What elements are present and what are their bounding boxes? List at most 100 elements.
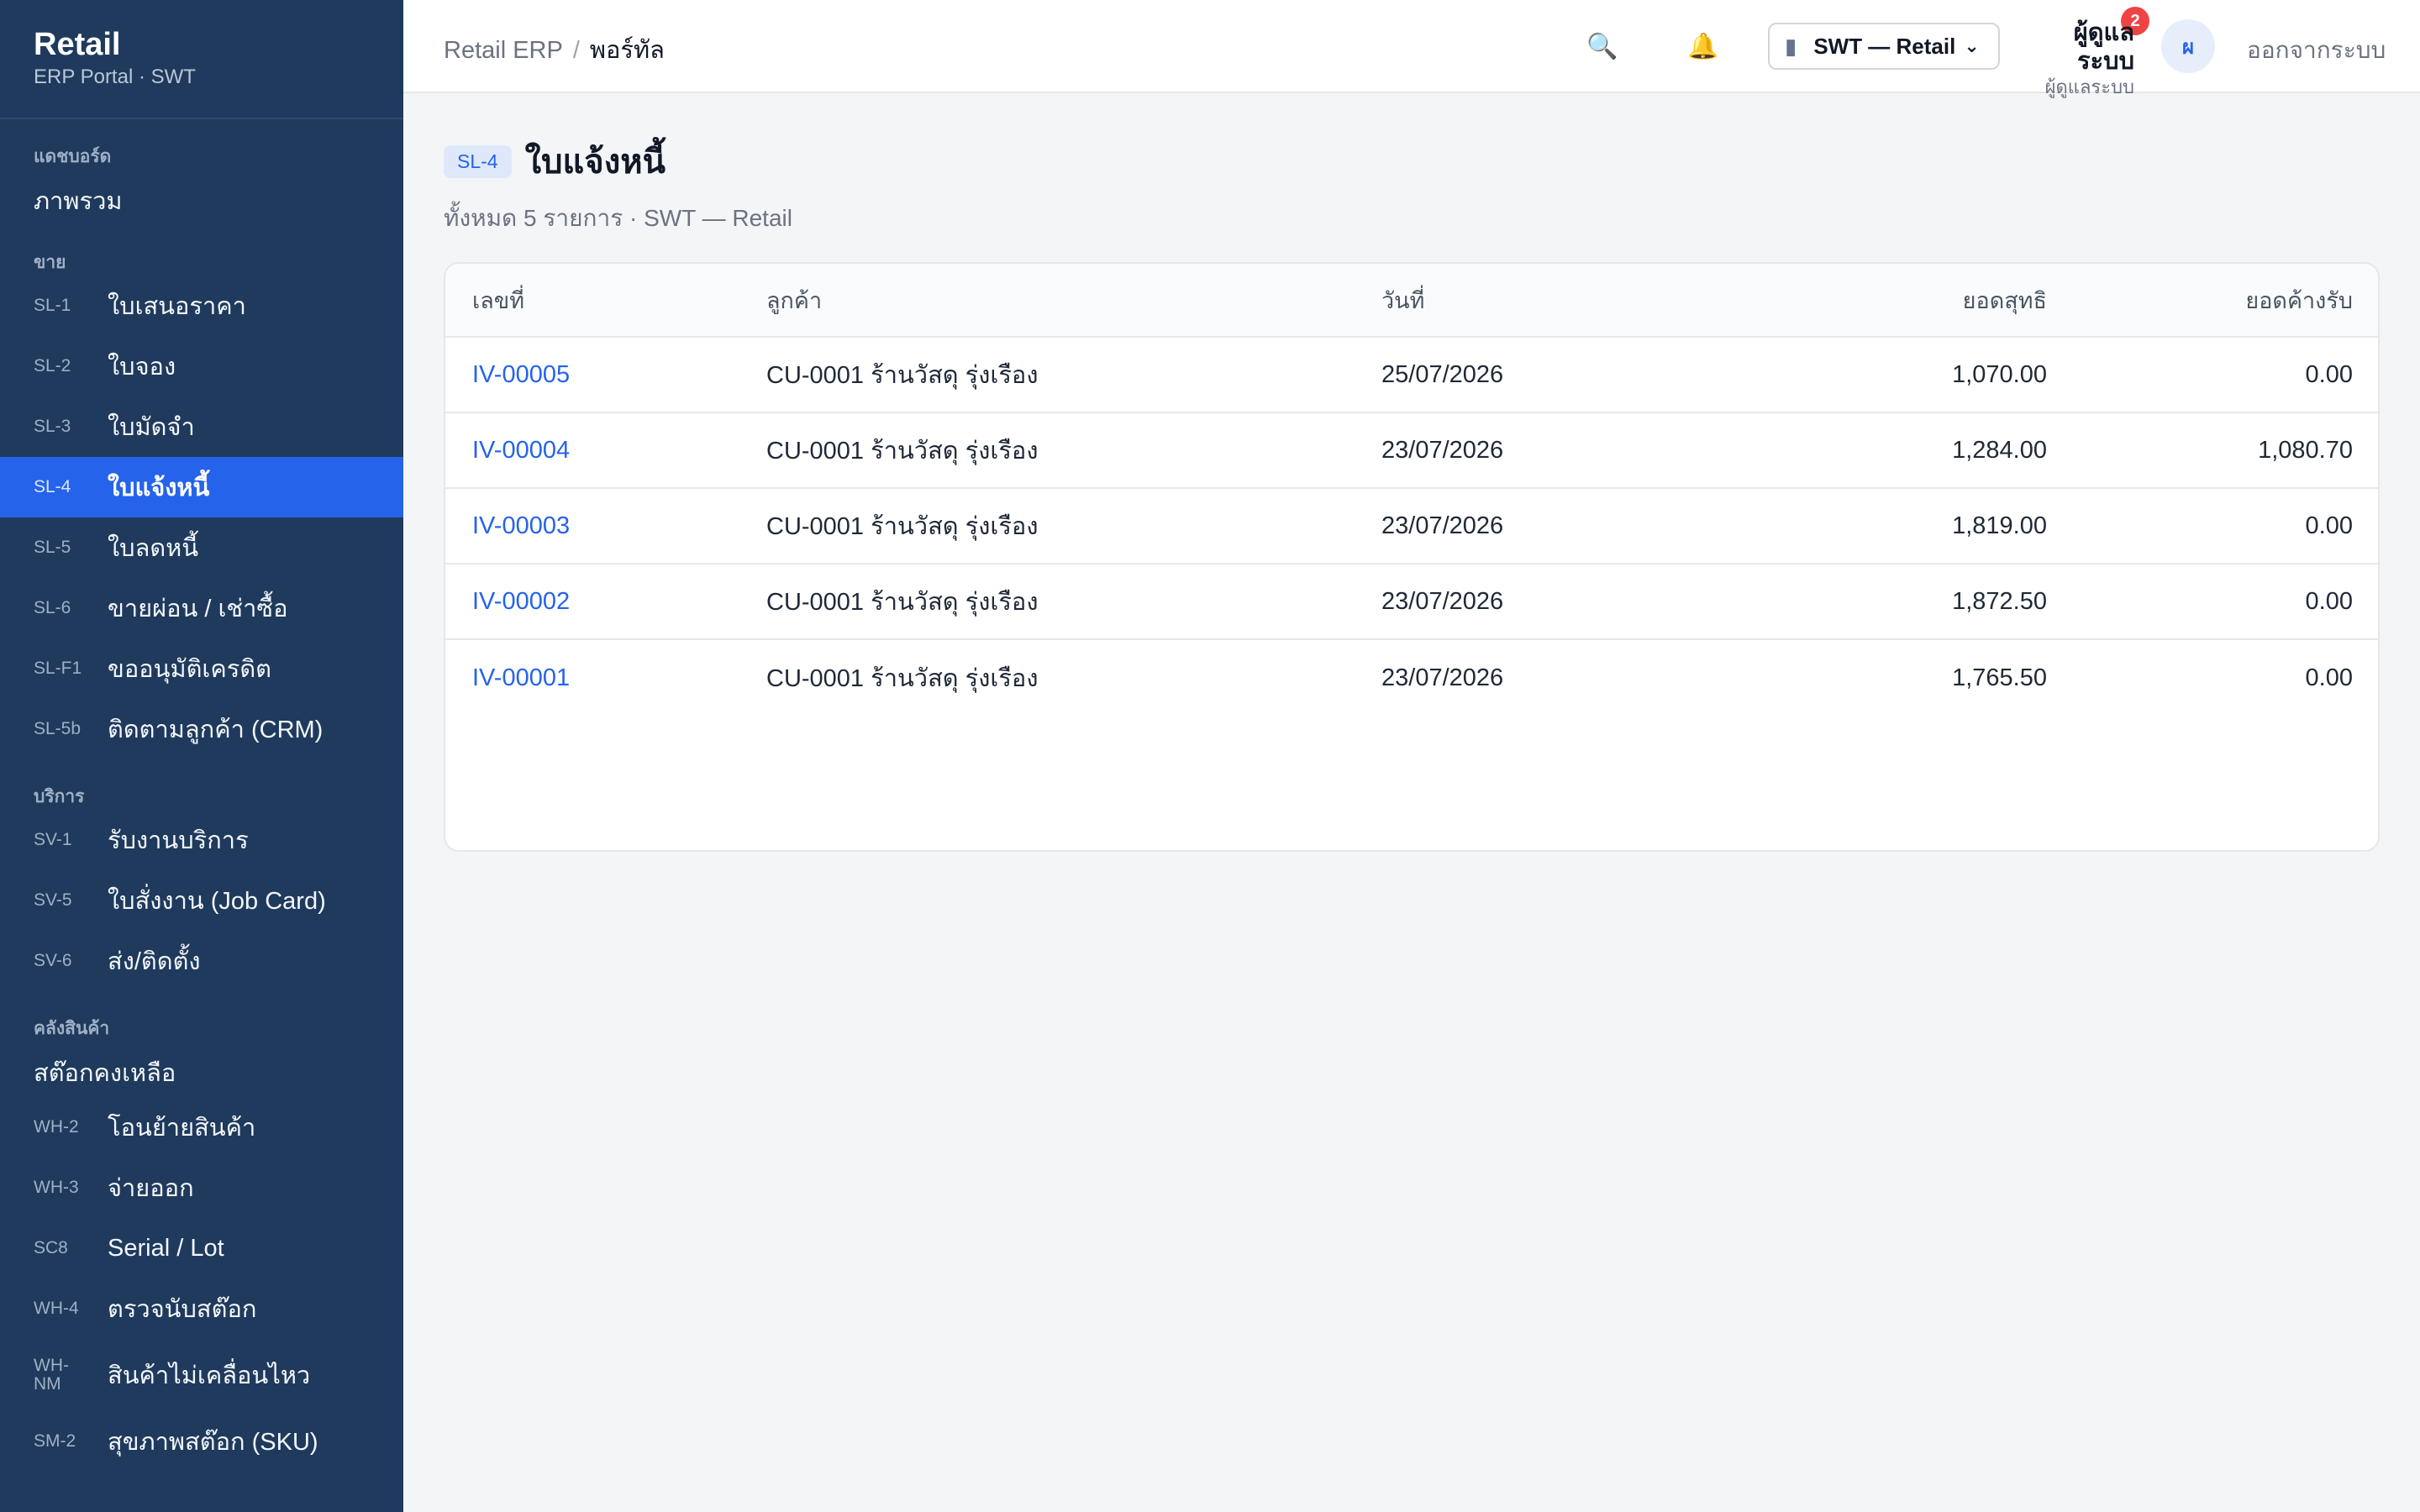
sidebar-item-label: รับงานบริการ bbox=[108, 827, 249, 854]
table-row[interactable]: IV-00004 CU-0001 ร้านวัสดุ รุ่งเรือง 23/… bbox=[445, 413, 2378, 489]
brand-subtitle: ERP Portal · SWT bbox=[34, 66, 196, 88]
sidebar-item-code: SC8 bbox=[34, 1238, 68, 1257]
sidebar-item-label: ส่ง/ติดตั้ง bbox=[108, 948, 201, 975]
sidebar-item-sl-2[interactable]: SL-2 ใบจอง bbox=[0, 336, 403, 396]
sidebar-item-label: ตรวจนับสต๊อก bbox=[108, 1296, 257, 1323]
sidebar-item-label: ใบเสนอราคา bbox=[108, 293, 246, 320]
sidebar-item-code: WH-2 bbox=[34, 1117, 79, 1137]
sidebar-item-code: SL-2 bbox=[34, 356, 71, 375]
sidebar-item-overview[interactable]: ภาพรวม bbox=[0, 176, 403, 225]
invoice-number-link[interactable]: IV-00001 bbox=[445, 664, 766, 692]
column-header-customer[interactable]: ลูกค้า bbox=[766, 282, 1381, 318]
sidebar-item-code: SL-4 bbox=[34, 477, 71, 496]
sidebar-item-label: ขายผ่อน / เช่าซื้อ bbox=[108, 596, 288, 622]
customer-cell: CU-0001 ร้านวัสดุ รุ่งเรือง bbox=[766, 362, 1039, 389]
customer-cell: CU-0001 ร้านวัสดุ รุ่งเรือง bbox=[766, 665, 1039, 692]
sidebar-item-code: SV-6 bbox=[34, 951, 72, 970]
sidebar-item-code: SL-F1 bbox=[34, 659, 82, 678]
section-sales: ขาย bbox=[34, 253, 66, 272]
table-row[interactable]: IV-00005 CU-0001 ร้านวัสดุ รุ่งเรือง 25/… bbox=[445, 338, 2378, 413]
sidebar-item-sl-4[interactable]: SL-4 ใบแจ้งหนี้ bbox=[0, 457, 403, 517]
sidebar-item-sl-1[interactable]: SL-1 ใบเสนอราคา bbox=[0, 276, 403, 336]
column-header-net-total[interactable]: ยอดสุทธิ bbox=[1718, 282, 2047, 318]
sidebar-item-code: SM-2 bbox=[34, 1431, 76, 1451]
sidebar-item-code: SV-1 bbox=[34, 830, 72, 849]
sidebar-item-sv-6[interactable]: SV-6 ส่ง/ติดตั้ง bbox=[0, 931, 403, 991]
sidebar-item-sv-5[interactable]: SV-5 ใบสั่งงาน (Job Card) bbox=[0, 870, 403, 931]
topbar: Retail ERP / พอร์ทัล 🔍 🔔 2 ▮ SWT — Retail … bbox=[403, 0, 2420, 97]
sidebar-item-wh-3[interactable]: WH-3 จ่ายออก bbox=[0, 1158, 403, 1218]
customer-cell: CU-0001 ร้านวัสดุ รุ่งเรือง bbox=[766, 513, 1039, 540]
column-header-date[interactable]: วันที่ bbox=[1381, 282, 1718, 318]
sidebar-item-wh-2[interactable]: WH-2 โอนย้ายสินค้า bbox=[0, 1097, 403, 1158]
sidebar-item-label: ภาพรวม bbox=[34, 188, 123, 215]
sidebar-item-sl-5b[interactable]: SL-5b ติดตามลูกค้า (CRM) bbox=[0, 699, 403, 759]
chevron-down-icon: ⌄ bbox=[1964, 35, 1980, 56]
sidebar-item-label: ใบลดหนี้ bbox=[108, 535, 199, 562]
sidebar-item-code: SV-5 bbox=[34, 890, 72, 910]
main-content: SL-4 ใบแจ้งหนี้ ทั้งหมด 5 รายการ · SWT —… bbox=[444, 134, 2380, 852]
sidebar: Retail ERP Portal · SWT แดชบอร์ด ภาพรวม … bbox=[0, 0, 403, 1512]
customer-cell: CU-0001 ร้านวัสดุ รุ่งเรือง bbox=[766, 589, 1039, 616]
column-header-number[interactable]: เลขที่ bbox=[445, 282, 766, 318]
sidebar-item-label: สุขภาพสต๊อก (SKU) bbox=[108, 1429, 318, 1456]
sidebar-item-sl-f1[interactable]: SL-F1 ขออนุมัติเครดิต bbox=[0, 638, 403, 699]
sidebar-item-code: SL-3 bbox=[34, 417, 71, 436]
sidebar-item-stock-balance[interactable]: สต๊อกคงเหลือ bbox=[0, 1048, 403, 1097]
sidebar-item-label: ใบแจ้งหนี้ bbox=[108, 475, 210, 501]
brand[interactable]: Retail ERP Portal · SWT bbox=[0, 0, 403, 119]
sidebar-item-label: ขออนุมัติเครดิต bbox=[108, 656, 271, 683]
organization-select[interactable]: ▮ SWT — Retail ⌄ bbox=[1768, 23, 2000, 70]
net-total-cell: 1,070.00 bbox=[1952, 360, 2047, 388]
column-header-outstanding[interactable]: ยอดค้างรับ bbox=[2047, 282, 2353, 318]
net-total-cell: 1,765.50 bbox=[1952, 664, 2047, 691]
section-warehouse: คลังสินค้า bbox=[34, 1019, 110, 1038]
table-row[interactable]: IV-00002 CU-0001 ร้านวัสดุ รุ่งเรือง 23/… bbox=[445, 564, 2378, 640]
sidebar-item-sc8[interactable]: SC8 Serial / Lot bbox=[0, 1218, 403, 1278]
table-row[interactable]: IV-00003 CU-0001 ร้านวัสดุ รุ่งเรือง 23/… bbox=[445, 489, 2378, 564]
date-cell: 23/07/2026 bbox=[1381, 512, 1504, 539]
section-dashboard: แดชบอร์ด bbox=[34, 147, 112, 166]
user-role: ผู้ดูแลระบบ bbox=[2044, 76, 2134, 97]
invoice-number-link[interactable]: IV-00002 bbox=[445, 588, 766, 616]
invoice-number-link[interactable]: IV-00003 bbox=[445, 512, 766, 540]
sidebar-item-code: SL-6 bbox=[34, 598, 71, 617]
sidebar-item-label: สต๊อกคงเหลือ bbox=[34, 1060, 176, 1087]
outstanding-cell: 0.00 bbox=[2305, 587, 2353, 615]
logout-link[interactable]: ออกจากระบบ bbox=[2247, 32, 2386, 69]
breadcrumb-current: พอร์ทัล bbox=[589, 37, 665, 64]
avatar[interactable]: ผ bbox=[2161, 19, 2215, 73]
invoice-number-link[interactable]: IV-00005 bbox=[445, 361, 766, 389]
breadcrumb: Retail ERP / พอร์ทัล bbox=[444, 30, 665, 69]
customer-cell: CU-0001 ร้านวัสดุ รุ่งเรือง bbox=[766, 438, 1039, 465]
brand-title: Retail bbox=[34, 27, 121, 62]
date-cell: 23/07/2026 bbox=[1381, 587, 1504, 615]
building-icon: ▮ bbox=[1785, 33, 1797, 59]
user-name: ผู้ดูแลระบบ bbox=[2073, 19, 2134, 75]
sidebar-item-sl-6[interactable]: SL-6 ขายผ่อน / เช่าซื้อ bbox=[0, 578, 403, 638]
sidebar-item-label: โอนย้ายสินค้า bbox=[108, 1115, 256, 1142]
invoice-number-link[interactable]: IV-00004 bbox=[445, 437, 766, 465]
sidebar-item-code: SL-1 bbox=[34, 296, 71, 315]
invoice-table: เลขที่ ลูกค้า วันที่ ยอดสุทธิ ยอดค้างรับ… bbox=[444, 262, 2380, 852]
breadcrumb-root[interactable]: Retail ERP bbox=[444, 37, 563, 64]
sidebar-item-label: สินค้าไม่เคลื่อนไหว bbox=[108, 1362, 311, 1389]
outstanding-cell: 0.00 bbox=[2305, 664, 2353, 691]
outstanding-cell: 0.00 bbox=[2305, 512, 2353, 539]
outstanding-cell: 1,080.70 bbox=[2258, 436, 2353, 464]
search-icon[interactable]: 🔍 bbox=[1581, 25, 1623, 67]
sidebar-item-sm-2[interactable]: SM-2 สุขภาพสต๊อก (SKU) bbox=[0, 1411, 403, 1472]
sidebar-item-sv-1[interactable]: SV-1 รับงานบริการ bbox=[0, 810, 403, 870]
sidebar-item-label: ใบจอง bbox=[108, 354, 176, 381]
sidebar-item-code: WH-4 bbox=[34, 1299, 79, 1318]
sidebar-item-sl-5[interactable]: SL-5 ใบลดหนี้ bbox=[0, 517, 403, 578]
net-total-cell: 1,872.50 bbox=[1952, 587, 2047, 615]
table-row[interactable]: IV-00001 CU-0001 ร้านวัสดุ รุ่งเรือง 23/… bbox=[445, 640, 2378, 716]
sidebar-item-code: SL-5b bbox=[34, 719, 82, 738]
outstanding-cell: 0.00 bbox=[2305, 360, 2353, 388]
sidebar-item-wh-nm[interactable]: WH-NM สินค้าไม่เคลื่อนไหว bbox=[0, 1339, 403, 1411]
sidebar-item-wh-4[interactable]: WH-4 ตรวจนับสต๊อก bbox=[0, 1278, 403, 1339]
sidebar-item-label: ใบมัดจำ bbox=[108, 414, 195, 441]
sidebar-item-sl-3[interactable]: SL-3 ใบมัดจำ bbox=[0, 396, 403, 457]
bell-icon[interactable]: 🔔 bbox=[1682, 25, 1724, 67]
